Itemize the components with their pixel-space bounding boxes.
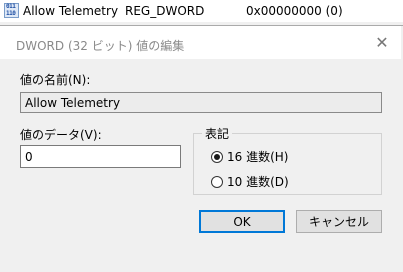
hex-radio-label: 16 進数(H) [227, 150, 289, 164]
registry-value-row[interactable]: 011 110 Allow Telemetry REG_DWORD 0x00000… [0, 0, 403, 22]
cancel-button[interactable]: キャンセル [296, 210, 382, 233]
hex-radio-button[interactable] [211, 150, 223, 163]
value-data-label: 値のデータ(V): [20, 128, 102, 142]
edit-dword-dialog: DWORD (32 ビット) 値の編集 ✕ 値の名前(N): Allow Tel… [0, 25, 403, 261]
reg-dword-icon-bits: 011 110 [6, 3, 16, 17]
decimal-radio-label: 10 進数(D) [227, 175, 289, 189]
reg-dword-icon: 011 110 [4, 3, 19, 18]
dialog-titlebar[interactable]: DWORD (32 ビット) 値の編集 ✕ [0, 26, 401, 59]
value-name-field: Allow Telemetry [20, 92, 382, 113]
registry-value-name: Allow Telemetry [23, 4, 119, 18]
value-name-label: 値の名前(N): [20, 73, 91, 87]
registry-value-data: 0x00000000 (0) [246, 4, 343, 18]
base-group-label: 表記 [202, 125, 233, 142]
dialog-title: DWORD (32 ビット) 値の編集 [16, 39, 185, 53]
registry-value-type: REG_DWORD [125, 4, 205, 18]
hex-radio-option[interactable]: 16 進数(H) [211, 148, 288, 165]
decimal-radio-option[interactable]: 10 進数(D) [211, 173, 289, 190]
ok-button[interactable]: OK [199, 210, 285, 233]
registry-editor-screen: 011 110 Allow Telemetry REG_DWORD 0x00000… [0, 0, 403, 272]
close-icon[interactable]: ✕ [373, 34, 391, 52]
value-data-input[interactable] [20, 145, 181, 168]
decimal-radio-button[interactable] [211, 175, 223, 188]
